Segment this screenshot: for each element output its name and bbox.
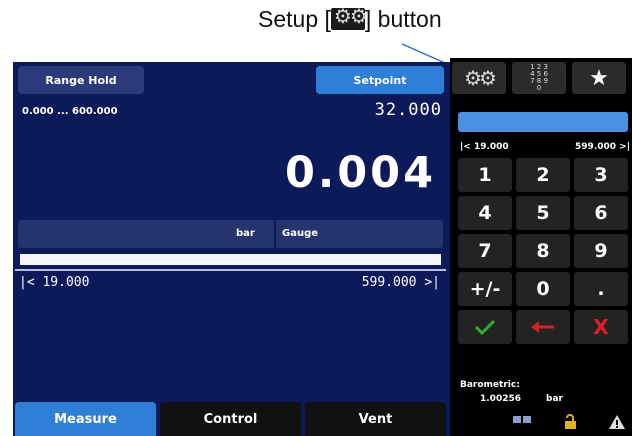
keypad-limit-high: 599.000 >| — [575, 142, 630, 152]
checkmark-icon — [474, 319, 496, 336]
key-4[interactable]: 4 — [458, 196, 512, 230]
pressure-reading: 0.004 — [284, 148, 436, 198]
setpoint-value: 32.000 — [374, 100, 442, 120]
tab-control[interactable]: Control — [160, 402, 301, 436]
key-3[interactable]: 3 — [574, 158, 628, 192]
limit-high: 599.000 >| — [361, 275, 440, 290]
left-arrow-icon — [531, 321, 554, 333]
unit-divider — [274, 220, 276, 248]
key-decimal[interactable]: . — [574, 272, 628, 306]
key-6[interactable]: 6 — [574, 196, 628, 230]
range-text: 0.000 ... 600.000 — [22, 106, 118, 117]
limit-bar: |< 19.000 599.000 >| — [15, 269, 446, 295]
tab-vent[interactable]: Vent — [305, 402, 446, 436]
key-5[interactable]: 5 — [516, 196, 570, 230]
close-icon: X — [593, 315, 609, 339]
key-1[interactable]: 1 — [458, 158, 512, 192]
limit-low: |< 19.000 — [19, 275, 90, 290]
warning-icon — [609, 415, 625, 429]
star-icon[interactable]: ★ — [572, 62, 626, 94]
key-plus-minus[interactable]: +/- — [458, 272, 512, 306]
entry-field[interactable] — [458, 112, 628, 132]
side-panel: ⚙⚙ 1 2 34 5 67 8 90 ★ |< 19.000 599.000 … — [450, 58, 632, 436]
clear-key[interactable]: X — [574, 310, 628, 344]
enter-key[interactable] — [458, 310, 512, 344]
key-0[interactable]: 0 — [516, 272, 570, 306]
numpad-icon[interactable]: 1 2 34 5 67 8 90 — [512, 62, 566, 94]
setup-gear-icon[interactable]: ⚙⚙ — [452, 62, 506, 94]
unlock-icon — [565, 414, 576, 429]
mode-label: Gauge — [282, 228, 319, 239]
range-hold-button[interactable]: Range Hold — [18, 66, 144, 94]
barometric-label: Barometric: — [460, 380, 520, 390]
unit-label: bar — [236, 228, 255, 239]
keypad-limit-low: |< 19.000 — [460, 142, 509, 152]
network-icon — [513, 416, 531, 423]
barometric-value: 1.00256 — [480, 394, 521, 404]
unit-bar[interactable]: bar Gauge — [18, 220, 443, 248]
progress-bar — [20, 254, 441, 265]
key-8[interactable]: 8 — [516, 234, 570, 268]
tab-measure[interactable]: Measure — [15, 402, 156, 436]
key-9[interactable]: 9 — [574, 234, 628, 268]
main-display: Range Hold Setpoint 0.000 ... 600.000 32… — [13, 62, 450, 436]
key-7[interactable]: 7 — [458, 234, 512, 268]
key-2[interactable]: 2 — [516, 158, 570, 192]
setpoint-button[interactable]: Setpoint — [316, 66, 444, 94]
barometric-unit: bar — [546, 394, 563, 404]
backspace-key[interactable] — [516, 310, 570, 344]
